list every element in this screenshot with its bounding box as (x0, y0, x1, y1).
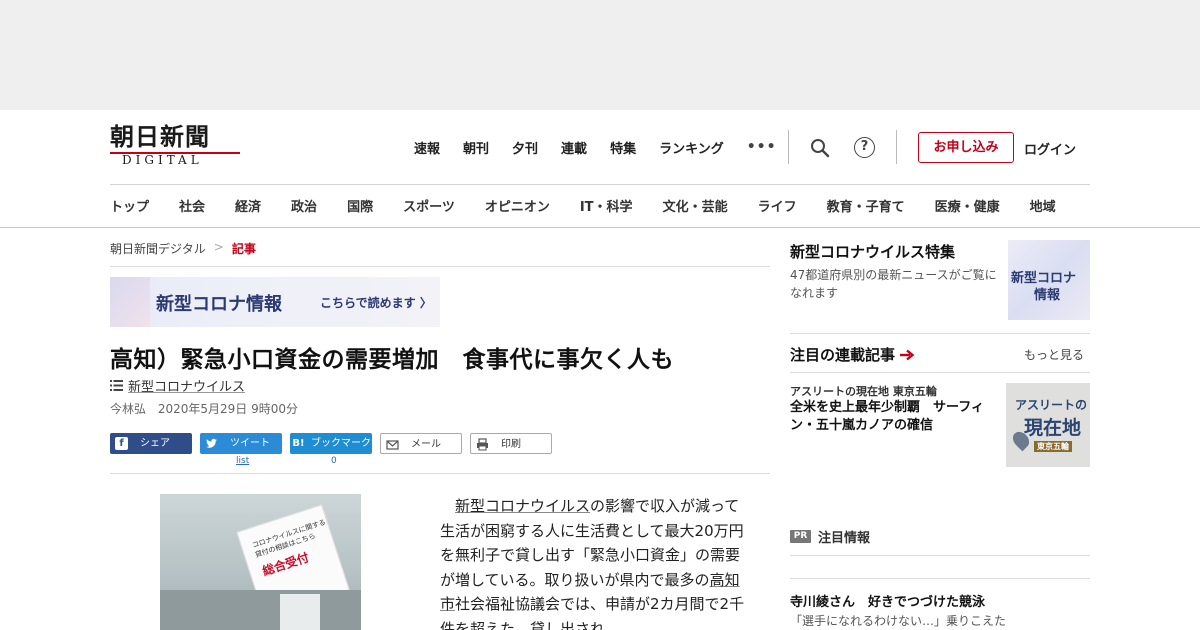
twitter-count[interactable]: list (236, 456, 249, 466)
header-rule (110, 184, 1090, 185)
logo-kanji: 朝日新聞 (110, 122, 210, 151)
top-nav-tokushu[interactable]: 特集 (610, 138, 636, 157)
pr-news-headline[interactable]: 寺川綾さん 好きでつづけた競泳 (790, 591, 985, 610)
article-body: 新型コロナウイルスの影響で収入が減って生活が困窮する人に生活費として最大20万円… (440, 494, 746, 630)
sidebar-feature-thumbnail[interactable]: 新型コロナ 情報 (1008, 240, 1090, 320)
sidebar-rule (790, 333, 1090, 334)
top-nav-sokuho[interactable]: 速報 (414, 138, 440, 157)
print-button[interactable]: 印刷 (470, 433, 552, 454)
breadcrumb-current: 記事 (231, 242, 256, 256)
help-icon[interactable]: ? (854, 137, 875, 158)
series-more-link[interactable]: もっと見る (1024, 346, 1084, 363)
top-nav-choukan[interactable]: 朝刊 (463, 138, 489, 157)
article-photo[interactable]: コロナウイルスに関する 貸付の相談はこちら 総合受付 (160, 494, 361, 630)
sidebar-rule-4 (790, 578, 1090, 579)
category-economy[interactable]: 経済 (235, 196, 261, 216)
breadcrumb-separator: > (213, 240, 224, 254)
banner-title: 新型コロナ情報 (156, 294, 282, 315)
asahi-logo[interactable]: 朝日新聞 DIGITAL (110, 124, 240, 170)
pr-news-subtext: 「選手になれるわけない…」乗りこえた (790, 614, 1007, 628)
twitter-bird-icon (206, 438, 217, 448)
sidebar-rule-3 (790, 555, 1090, 556)
top-nav-yukan[interactable]: 夕刊 (512, 138, 538, 157)
search-icon[interactable] (810, 138, 830, 158)
arrow-right-icon (900, 349, 915, 360)
category-life[interactable]: ライフ (758, 196, 797, 216)
series-thumb-badge: 東京五輪 (1034, 441, 1072, 452)
share-rule (110, 473, 770, 474)
category-it-science[interactable]: IT・科学 (580, 196, 633, 216)
category-politics[interactable]: 政治 (291, 196, 317, 216)
sidebar-series-title[interactable]: 注目の連載記事 (790, 344, 915, 365)
category-society[interactable]: 社会 (179, 196, 205, 216)
series-thumb-line1: アスリートの (1015, 398, 1088, 412)
category-top[interactable]: トップ (110, 196, 149, 216)
twitter-share-button[interactable]: ツイート (200, 433, 282, 454)
sidebar-feature-desc: 47都道府県別の最新ニュースがご覧になれます (790, 268, 997, 300)
corona-info-banner[interactable]: 新型コロナ情報 こちらで読めます 〉 (110, 277, 440, 327)
breadcrumb: 朝日新聞デジタル > 記事 (110, 240, 256, 257)
series-headline[interactable]: 全米を史上最年少制覇 サーフィン・五十嵐カノアの確信 (790, 399, 1002, 435)
subscribe-button[interactable]: お申し込み (918, 132, 1014, 163)
breadcrumb-home[interactable]: 朝日新聞デジタル (110, 240, 206, 257)
facebook-icon: f (115, 437, 128, 450)
category-sports[interactable]: スポーツ (403, 196, 455, 216)
printer-icon (477, 438, 488, 451)
pr-badge: PR (790, 530, 811, 543)
ad-banner-area (0, 0, 1200, 110)
series-thumb-line2: 現在地 (1024, 417, 1082, 439)
header-divider (788, 130, 789, 164)
facebook-share-label: シェア (140, 438, 170, 449)
facebook-share-button[interactable]: f シェア (110, 433, 192, 454)
category-opinion[interactable]: オピニオン (485, 196, 550, 216)
pr-section-label: PR 注目情報 (790, 527, 870, 546)
hatena-count: 0 (331, 456, 337, 466)
body-link-covid[interactable]: 新型コロナウイルス (455, 497, 590, 515)
banner-decoration (110, 277, 150, 327)
category-education[interactable]: 教育・子育て (827, 196, 905, 216)
publish-date: 2020年5月29日 9時00分 (157, 402, 299, 416)
author-name: 今林弘 (110, 402, 147, 416)
mail-share-label: メール (411, 439, 441, 450)
login-link[interactable]: ログイン (1024, 139, 1076, 158)
print-label: 印刷 (501, 439, 521, 450)
list-icon (110, 380, 123, 391)
article-headline: 高知）緊急小口資金の需要増加 食事代に事欠く人も (110, 347, 674, 373)
photo-counter (160, 590, 361, 630)
topic-link[interactable]: 新型コロナウイルス (128, 376, 245, 395)
photo-poster (280, 594, 320, 630)
logo-digital: DIGITAL (122, 153, 203, 167)
more-menu-icon[interactable]: ••• (747, 139, 777, 155)
twitter-share-label: ツイート (230, 438, 270, 449)
topic-tag[interactable]: 新型コロナウイルス (110, 376, 245, 395)
header-divider-2 (896, 130, 897, 164)
top-nav-rensai[interactable]: 連載 (561, 138, 587, 157)
byline: 今林弘 2020年5月29日 9時00分 (110, 400, 298, 417)
top-nav: 速報 朝刊 夕刊 連載 特集 ランキング ••• (414, 137, 777, 157)
site-header: 朝日新聞 DIGITAL 速報 朝刊 夕刊 連載 特集 ランキング ••• ? … (0, 110, 1200, 228)
category-health[interactable]: 医療・健康 (935, 196, 1000, 216)
article-paragraph: 新型コロナウイルスの影響で収入が減って生活が困窮する人に生活費として最大20万円… (440, 494, 746, 630)
category-region[interactable]: 地域 (1030, 196, 1056, 216)
category-culture[interactable]: 文化・芸能 (663, 196, 728, 216)
sidebar-rule-2 (790, 372, 1090, 373)
pr-label-text: 注目情報 (818, 531, 871, 546)
feature-thumb-line2: 情報 (1034, 288, 1061, 303)
breadcrumb-rule (110, 266, 770, 267)
series-title-text: 注目の連載記事 (790, 346, 896, 364)
mail-share-button[interactable]: メール (380, 433, 462, 454)
hatena-bookmark-label: ブックマーク (311, 438, 371, 449)
top-nav-ranking[interactable]: ランキング (659, 138, 724, 157)
series-thumbnail[interactable]: アスリートの 現在地 東京五輪 (1006, 383, 1090, 467)
mail-icon (386, 440, 399, 450)
body-text-2: 社会福祉協議会では、申請が2カ月間で2千件を超えた。貸し出され (440, 595, 745, 630)
hatena-icon: B! (292, 438, 305, 449)
banner-subtitle: こちらで読めます 〉 (320, 296, 432, 310)
hatena-bookmark-button[interactable]: B! ブックマーク (290, 433, 372, 454)
category-international[interactable]: 国際 (347, 196, 373, 216)
series-kicker: アスリートの現在地 東京五輪 (790, 385, 937, 398)
sidebar-feature-title[interactable]: 新型コロナウイルス特集 (790, 241, 955, 262)
category-nav: トップ 社会 経済 政治 国際 スポーツ オピニオン IT・科学 文化・芸能 ラ… (110, 196, 1086, 216)
